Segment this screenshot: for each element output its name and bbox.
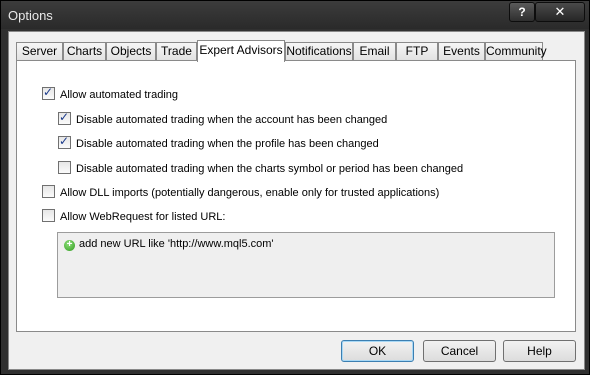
- allow-automated-trading-option[interactable]: Allow automated trading: [42, 85, 179, 102]
- disable-on-account-change-option[interactable]: Disable automated trading when the accou…: [58, 110, 388, 127]
- allow-webrequest-label: Allow WebRequest for listed URL:: [60, 211, 226, 223]
- disable-on-profile-change-label: Disable automated trading when the profi…: [76, 138, 379, 150]
- help-caption-button[interactable]: ?: [509, 2, 535, 22]
- disable-on-symbol-change-label: Disable automated trading when the chart…: [76, 163, 464, 175]
- tab-community[interactable]: Community: [485, 42, 547, 60]
- expert-advisors-panel: Allow automated trading Disable automate…: [16, 60, 576, 332]
- disable-on-symbol-change-option[interactable]: Disable automated trading when the chart…: [58, 161, 463, 176]
- ok-button[interactable]: OK: [341, 340, 414, 362]
- add-icon: +: [64, 240, 75, 251]
- allow-automated-trading-checkbox[interactable]: [42, 85, 55, 100]
- disable-on-profile-change-option[interactable]: Disable automated trading when the profi…: [58, 134, 379, 151]
- disable-on-symbol-change-checkbox[interactable]: [58, 161, 71, 174]
- tab-email[interactable]: Email: [353, 42, 396, 60]
- tab-trade[interactable]: Trade: [156, 42, 197, 60]
- allow-automated-trading-label: Allow automated trading: [60, 89, 179, 101]
- tab-charts[interactable]: Charts: [63, 42, 106, 60]
- disable-on-profile-change-checkbox[interactable]: [58, 134, 71, 149]
- add-url-item[interactable]: + add new URL like 'http://www.mql5.com': [64, 238, 274, 251]
- title-bar[interactable]: Options ? ✕: [1, 1, 589, 31]
- help-button[interactable]: Help: [503, 340, 576, 362]
- add-url-label: add new URL like 'http://www.mql5.com': [79, 238, 274, 250]
- cancel-button[interactable]: Cancel: [423, 340, 496, 362]
- dialog-client-area: Server Charts Objects Trade Expert Advis…: [8, 31, 585, 370]
- allow-dll-imports-checkbox[interactable]: [42, 185, 55, 198]
- options-dialog: Options ? ✕ Server Charts Objects Trade …: [0, 0, 590, 375]
- tab-objects[interactable]: Objects: [106, 42, 156, 60]
- tab-notifications[interactable]: Notifications: [285, 42, 353, 60]
- tab-ftp[interactable]: FTP: [396, 42, 438, 60]
- url-list[interactable]: + add new URL like 'http://www.mql5.com': [57, 232, 555, 298]
- tab-server[interactable]: Server: [16, 42, 63, 60]
- allow-dll-imports-label: Allow DLL imports (potentially dangerous…: [60, 187, 440, 199]
- allow-webrequest-checkbox[interactable]: [42, 209, 55, 222]
- window-title: Options: [8, 8, 53, 23]
- close-button[interactable]: ✕: [535, 2, 585, 22]
- allow-webrequest-option[interactable]: Allow WebRequest for listed URL:: [42, 209, 225, 224]
- tab-expert-advisors[interactable]: Expert Advisors: [197, 40, 285, 62]
- tab-events[interactable]: Events: [438, 42, 485, 60]
- disable-on-account-change-label: Disable automated trading when the accou…: [76, 114, 388, 126]
- disable-on-account-change-checkbox[interactable]: [58, 110, 71, 125]
- allow-dll-imports-option[interactable]: Allow DLL imports (potentially dangerous…: [42, 185, 439, 200]
